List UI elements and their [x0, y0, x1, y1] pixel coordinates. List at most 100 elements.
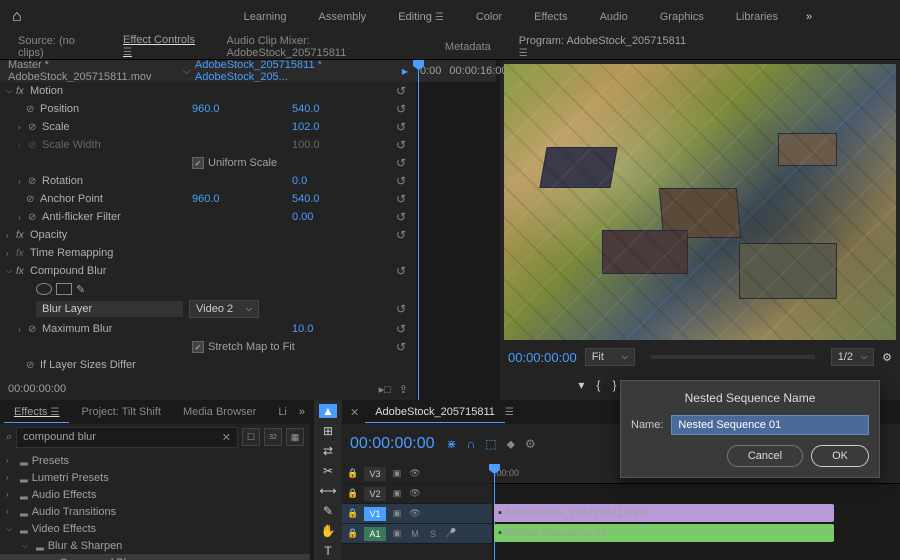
stopwatch-icon[interactable]: ⊘ — [28, 122, 42, 133]
anchor-x[interactable]: 960.0 — [192, 193, 292, 205]
hand-tool[interactable]: ✋ — [319, 524, 337, 538]
reset-button[interactable]: ↺ — [392, 340, 410, 354]
32-icon[interactable]: 32 — [264, 428, 282, 446]
ec-mini-timeline[interactable]: 0:0000:00:16:0000:0 — [416, 60, 496, 400]
add-marker-button[interactable]: ▾ — [578, 378, 584, 392]
tab-source[interactable]: Source: (no clips) — [8, 31, 109, 63]
eye-icon[interactable]: 👁 — [408, 507, 422, 521]
program-monitor[interactable] — [504, 64, 896, 340]
sequence-name-input[interactable] — [671, 415, 869, 435]
preset-icon[interactable]: ☐ — [242, 428, 260, 446]
scale-val[interactable]: 102.0 — [292, 121, 392, 133]
caret-icon[interactable]: ⌵ — [6, 266, 16, 276]
mark-in-button[interactable]: { — [596, 378, 600, 392]
reset-button[interactable]: ↺ — [392, 102, 410, 116]
opacity-label[interactable]: Opacity — [30, 229, 392, 241]
tree-item[interactable]: ›▂Lumetri Presets — [0, 469, 310, 486]
overflow-icon[interactable]: » — [299, 406, 305, 418]
clear-search-button[interactable]: ✕ — [222, 431, 231, 444]
snap-icon[interactable]: ⋇ — [447, 437, 457, 452]
reset-button[interactable]: ↺ — [392, 192, 410, 206]
reset-button[interactable]: ↺ — [392, 210, 410, 224]
toggle-output-icon[interactable]: ▣ — [390, 487, 404, 501]
clip-video[interactable]: ▪AdobeStock_205715811.mov — [494, 504, 834, 522]
magnet-icon[interactable]: ∩ — [467, 437, 476, 452]
rotation-val[interactable]: 0.0 — [292, 175, 392, 187]
stopwatch-icon[interactable]: ⊘ — [26, 104, 40, 115]
caret-icon[interactable]: › — [18, 123, 28, 132]
motion-label[interactable]: Motion — [30, 85, 392, 97]
tree-item[interactable]: ▫Compound Blur — [0, 554, 310, 560]
position-x[interactable]: 960.0 — [192, 103, 292, 115]
program-timecode[interactable]: 00:00:00:00 — [508, 350, 577, 365]
stopwatch-icon[interactable]: ⊘ — [28, 212, 42, 223]
position-y[interactable]: 540.0 — [292, 103, 392, 115]
sequence-tab[interactable]: AdobeStock_205715811 — [365, 402, 505, 423]
caret-icon[interactable]: › — [18, 325, 28, 334]
stopwatch-icon[interactable]: ⊘ — [28, 324, 42, 335]
ok-button[interactable]: OK — [811, 445, 869, 467]
ec-timecode[interactable]: 00:00:00:00 — [8, 383, 66, 395]
linked-sel-icon[interactable]: ⬚ — [485, 437, 496, 452]
reset-button[interactable]: ↺ — [392, 174, 410, 188]
tab-metadata[interactable]: Metadata — [435, 37, 501, 57]
ec-clip-label[interactable]: AdobeStock_205715811 * AdobeStock_205... — [195, 59, 398, 83]
share-icon[interactable]: ⇪ — [399, 383, 408, 396]
mark-out-button[interactable]: } — [612, 378, 616, 392]
ws-editing[interactable]: Editing ☰ — [382, 3, 460, 31]
stopwatch-icon[interactable]: ⊘ — [26, 194, 40, 205]
time-remap-label[interactable]: Time Remapping — [30, 247, 410, 259]
tab-project[interactable]: Project: Tilt Shift — [71, 402, 170, 422]
track-v1[interactable]: V1 — [364, 507, 386, 521]
tree-item[interactable]: ⌵▂Blur & Sharpen — [0, 537, 310, 554]
ws-libraries[interactable]: Libraries — [720, 3, 794, 31]
lock-icon[interactable]: 🔒 — [346, 467, 360, 481]
track-v3[interactable]: V3 — [364, 467, 386, 481]
tree-item[interactable]: ›▂Audio Transitions — [0, 503, 310, 520]
toggle-output-icon[interactable]: ▣ — [390, 467, 404, 481]
caret-icon[interactable]: › — [6, 231, 16, 240]
yuv-icon[interactable]: ▦ — [286, 428, 304, 446]
close-seq-button[interactable]: ✕ — [350, 406, 359, 419]
track-v2[interactable]: V2 — [364, 487, 386, 501]
max-blur-val[interactable]: 10.0 — [292, 323, 392, 335]
track-select-tool[interactable]: ⊞ — [319, 424, 337, 438]
eye-icon[interactable]: 👁 — [408, 487, 422, 501]
tab-audio-mixer[interactable]: Audio Clip Mixer: AdobeStock_205715811 — [217, 31, 431, 63]
caret-icon[interactable]: ⌵ — [22, 541, 32, 551]
slip-tool[interactable]: ⟷ — [319, 484, 337, 498]
clip-nested[interactable]: ▪Nested Sequence 01 — [494, 524, 834, 542]
caret-icon[interactable]: › — [18, 213, 28, 222]
caret-icon[interactable]: ⌵ — [6, 86, 16, 96]
tree-item[interactable]: ›▂Audio Effects — [0, 486, 310, 503]
tab-program[interactable]: Program: AdobeStock_205715811 ☰ — [509, 31, 699, 63]
reset-button[interactable]: ↺ — [392, 302, 410, 316]
caret-icon[interactable]: › — [6, 473, 16, 482]
tree-item[interactable]: ›▂Presets — [0, 452, 310, 469]
lock-icon[interactable]: 🔒 — [346, 487, 360, 501]
stretch-checkbox[interactable] — [192, 341, 204, 353]
caret-icon[interactable]: ⌵ — [6, 524, 16, 534]
reset-button[interactable]: ↺ — [392, 322, 410, 336]
caret-icon[interactable]: › — [6, 490, 16, 499]
tree-item[interactable]: ⌵▂Video Effects — [0, 520, 310, 537]
pen-tool[interactable]: ✎ — [319, 504, 337, 518]
ws-learning[interactable]: Learning — [228, 3, 303, 31]
markers-icon[interactable]: ⬥ — [507, 437, 515, 452]
ws-effects[interactable]: Effects — [518, 3, 583, 31]
blur-layer-select[interactable]: Video 2 — [189, 300, 259, 318]
caret-icon[interactable]: › — [18, 141, 28, 150]
type-tool[interactable]: T — [319, 544, 337, 558]
antiflicker-val[interactable]: 0.00 — [292, 211, 392, 223]
fit-select[interactable]: Fit — [585, 348, 635, 366]
settings-icon[interactable]: ⚙ — [525, 437, 536, 452]
timeline-content[interactable]: :00:00 00:00:08:00 00: ▪AdobeStock_20571… — [492, 464, 900, 560]
tab-effects-panel[interactable]: Effects ☰ — [4, 402, 69, 423]
ws-overflow-icon[interactable]: » — [794, 3, 824, 31]
razor-tool[interactable]: ✂ — [319, 464, 337, 478]
ripple-tool[interactable]: ⇄ — [319, 444, 337, 458]
uniform-scale-checkbox[interactable] — [192, 157, 204, 169]
caret-icon[interactable]: › — [6, 456, 16, 465]
caret-icon[interactable]: › — [6, 249, 16, 258]
timeline-timecode[interactable]: 00:00:00:00 — [350, 435, 435, 453]
